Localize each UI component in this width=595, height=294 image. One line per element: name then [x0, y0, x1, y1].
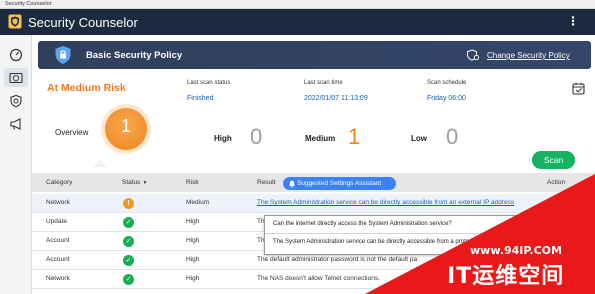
change-security-policy-link[interactable]: Change Security Policy [487, 51, 570, 60]
last-scan-time-label: Last scan time [304, 80, 343, 86]
risk-level: At Medium Risk [47, 82, 126, 94]
policy-banner: Basic Security Policy Change Security Po… [38, 41, 591, 69]
column-category[interactable]: Category [46, 179, 72, 186]
app-title: Security Counselor [28, 15, 138, 30]
policy-title: Basic Security Policy [86, 50, 183, 61]
cell-risk: High [186, 237, 200, 244]
check-icon: ✓ [123, 274, 134, 285]
column-result: Result [257, 179, 276, 186]
cell-category: Update [46, 218, 67, 225]
dashboard-gauge-icon [9, 48, 23, 62]
cell-risk: Medium [186, 199, 210, 206]
last-scan-status-label: Last scan status [187, 80, 231, 86]
cell-result-link[interactable]: The System Administration service can be… [257, 199, 514, 206]
check-icon: ✓ [123, 255, 134, 266]
security-policy-icon [9, 72, 23, 84]
table-row[interactable]: Network ! Medium The System Administrati… [32, 194, 595, 213]
cell-result: The default administrator password is no… [257, 256, 418, 263]
cell-category: Account [46, 237, 70, 244]
schedule-calendar-icon[interactable] [572, 82, 585, 95]
bell-icon [289, 180, 295, 188]
column-status[interactable]: Status ▼ [122, 179, 147, 186]
sidebar-item-announcements[interactable] [4, 114, 28, 133]
medium-label: Medium [305, 134, 336, 143]
cell-category: Account [46, 256, 70, 263]
sidebar-item-shield-scan[interactable] [4, 91, 28, 110]
last-scan-status-value: Finished [187, 95, 214, 102]
check-icon: ✓ [123, 217, 134, 228]
cell-risk: High [186, 218, 200, 225]
high-label: High [214, 134, 232, 143]
shield-scan-icon [10, 94, 22, 108]
low-label: Low [411, 134, 427, 143]
warning-icon: ! [123, 198, 134, 209]
cell-category: Network [46, 199, 70, 206]
os-window-title: Security Counselor [5, 1, 52, 7]
low-count: 0 [446, 124, 459, 149]
scan-schedule-label: Scan schedule [427, 80, 467, 86]
app-header: Security Counselor ⋮ [0, 9, 595, 35]
scan-schedule-value: Friday 06:00 [427, 95, 466, 102]
column-risk[interactable]: Risk [186, 179, 199, 186]
watermark-url: www.94IP.COM [470, 244, 562, 257]
cell-result: The NAS doesn't allow Telnet connections… [257, 275, 380, 282]
scan-button[interactable]: Scan [532, 151, 575, 169]
sidebar [0, 35, 32, 294]
overview-count: 1 [120, 116, 131, 136]
megaphone-icon [10, 118, 21, 130]
suggested-settings-assistant-button[interactable]: Suggested Settings Assistant [283, 177, 396, 190]
shield-settings-icon[interactable] [466, 49, 480, 61]
os-title-bar: Security Counselor –□× [0, 0, 595, 9]
high-count: 0 [250, 124, 263, 149]
check-icon: ✓ [123, 236, 134, 247]
app-logo-icon [8, 14, 22, 29]
column-status-label: Status [122, 179, 141, 186]
overview-label: Overview [55, 128, 89, 137]
sort-down-icon[interactable]: ▼ [142, 180, 147, 186]
sidebar-item-security-policy[interactable] [4, 68, 28, 87]
sidebar-item-dashboard[interactable] [4, 45, 28, 64]
kebab-menu-icon[interactable]: ⋮ [567, 15, 579, 28]
medium-count: 1 [348, 124, 361, 149]
cell-risk: High [186, 275, 200, 282]
tooltip-question: Can the internet directly access the Sys… [273, 221, 452, 227]
overview-pointer [93, 160, 107, 167]
column-action: Action [547, 179, 566, 186]
watermark-name: IT运维空间 [447, 264, 565, 289]
policy-shield-icon [55, 46, 71, 64]
cell-risk: High [186, 256, 200, 263]
cell-category: Network [46, 275, 70, 282]
last-scan-time-value: 2022/01/07 11:13:09 [304, 95, 368, 102]
assistant-button-label: Suggested Settings Assistant [297, 180, 382, 187]
